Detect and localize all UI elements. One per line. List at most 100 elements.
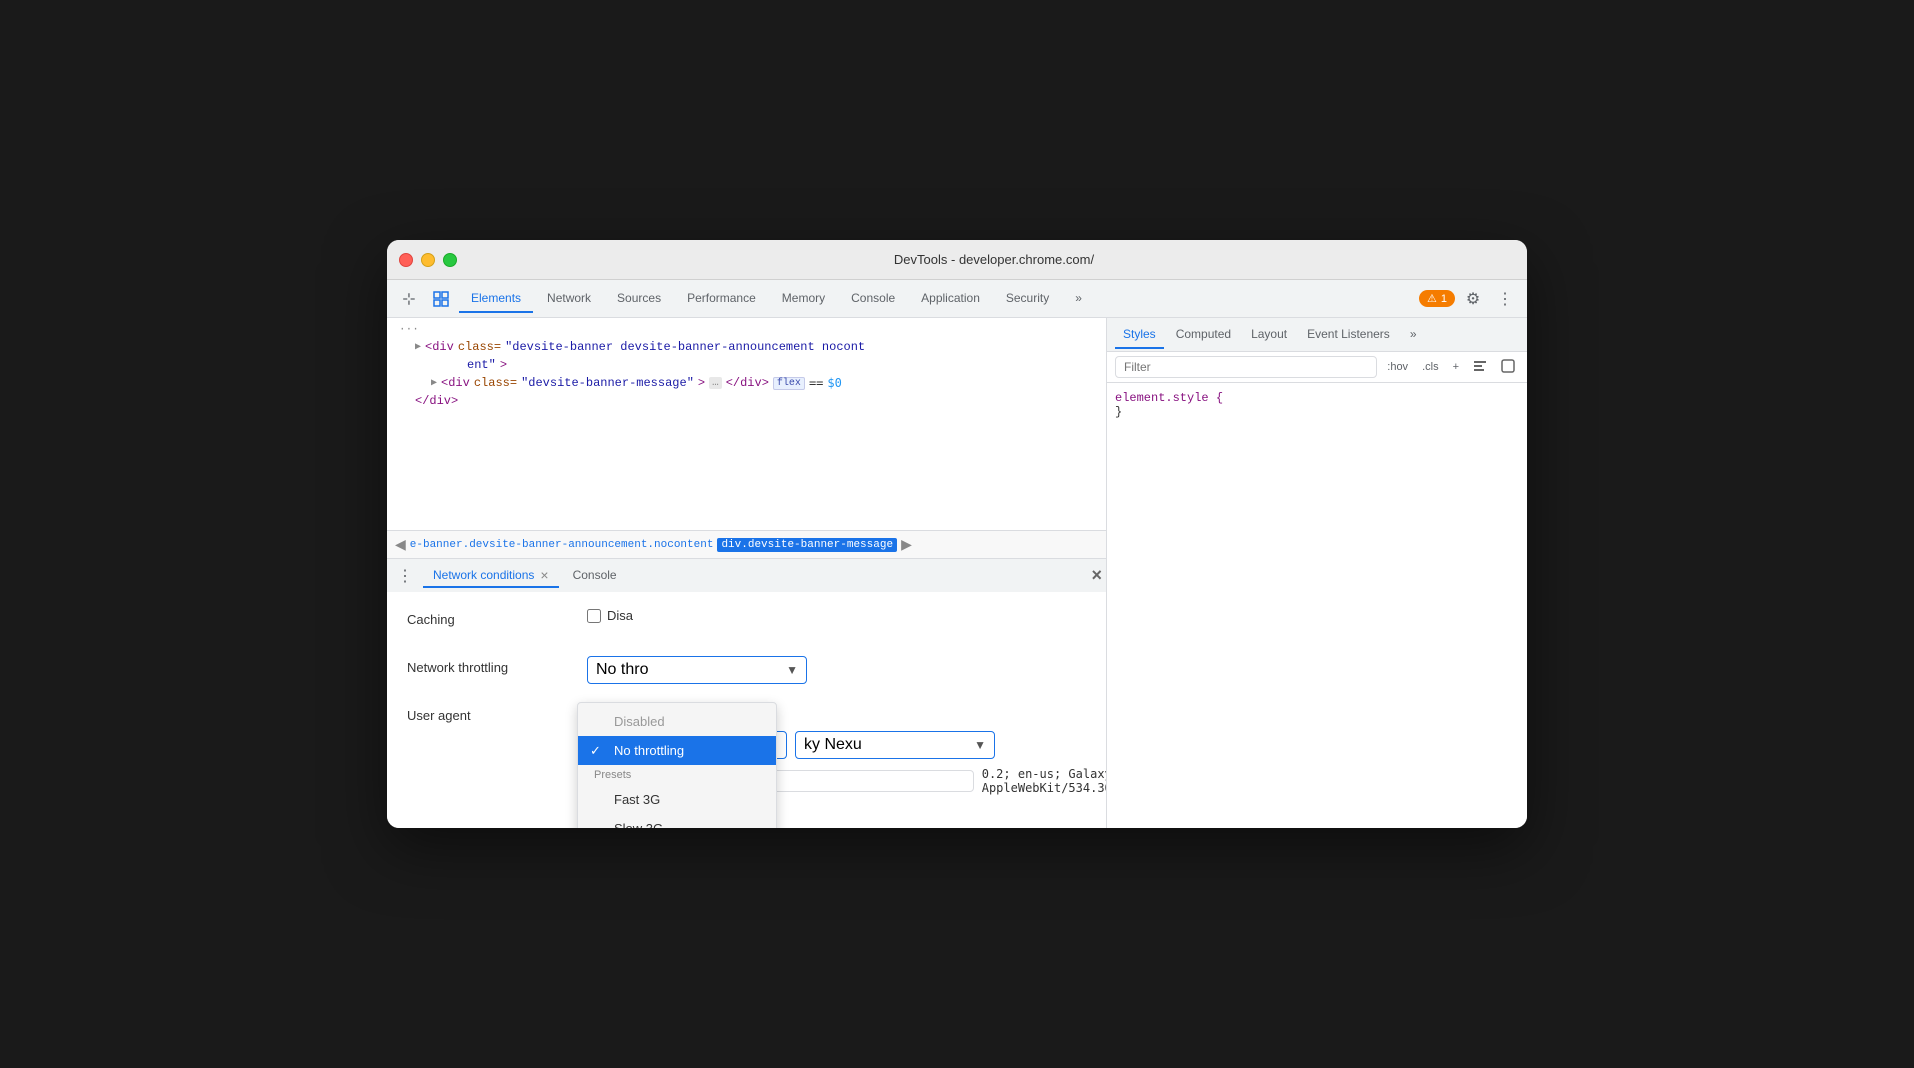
color-scheme-icon[interactable] [1497, 357, 1519, 378]
tab-memory[interactable]: Memory [770, 285, 837, 313]
device-value-2: ky Nexu [804, 736, 862, 754]
more-options-icon[interactable]: ⋮ [1491, 285, 1519, 313]
caching-checkbox[interactable] [587, 609, 601, 623]
tab-close-icon[interactable]: × [540, 568, 548, 582]
tab-styles-more[interactable]: » [1402, 321, 1425, 349]
tag-open: <div [425, 340, 454, 354]
dropdown-item-slow3g[interactable]: Slow 3G [578, 814, 776, 828]
close-button[interactable] [399, 253, 413, 267]
disabled-label: Disabled [614, 714, 665, 729]
expand-triangle[interactable]: ▶ [415, 341, 421, 353]
tab-application[interactable]: Application [909, 285, 992, 313]
no-throttling-label: No throttling [614, 743, 684, 758]
devtools-window: DevTools - developer.chrome.com/ ⊹ Eleme… [387, 240, 1527, 828]
window-title: DevTools - developer.chrome.com/ [473, 252, 1515, 267]
attr-class-value-2: "devsite-banner-message" [521, 376, 694, 390]
styles-content: element.style { } [1107, 383, 1527, 828]
throttling-row: Network throttling No thro ▼ [407, 656, 1086, 684]
user-agent-label: User agent [407, 704, 587, 723]
fast3g-label: Fast 3G [614, 792, 660, 807]
bottom-more-icon[interactable]: ⋮ [391, 562, 419, 590]
tag-div-end: </div> [415, 394, 458, 408]
tab-computed[interactable]: Computed [1168, 321, 1239, 349]
tab-network-conditions[interactable]: Network conditions × [423, 564, 559, 588]
tab-console[interactable]: Console [839, 285, 907, 313]
breadcrumb-item-2[interactable]: div.devsite-banner-message [717, 538, 897, 552]
dropdown-separator-presets: Presets [578, 765, 776, 785]
tag-div-close: </div> [726, 376, 769, 390]
dropdown-item-fast3g[interactable]: Fast 3G [578, 785, 776, 814]
css-rule-element: element.style { [1115, 391, 1519, 405]
equals-sign: == [809, 376, 823, 390]
throttling-dropdown[interactable]: Disabled ✓ No throttling Presets Fast 3G [577, 702, 777, 828]
elements-area: ··· ▶ <div class= "devsite-banner devsit… [387, 318, 1106, 530]
ellipsis-badge[interactable]: … [709, 377, 722, 389]
presets-label: Presets [594, 769, 631, 781]
settings-icon[interactable]: ⚙ [1459, 285, 1487, 313]
element-line-2[interactable]: ▶ <div class= "devsite-banner devsite-ba… [387, 338, 1106, 356]
devtools-body: ··· ▶ <div class= "devsite-banner devsit… [387, 318, 1527, 828]
add-style-icon[interactable]: + [1449, 359, 1463, 375]
throttling-arrow-icon: ▼ [786, 663, 798, 677]
cls-button[interactable]: .cls [1418, 359, 1443, 375]
caching-checkbox-text: Disa [607, 608, 633, 623]
tab-more[interactable]: » [1063, 285, 1094, 313]
caching-label: Caching [407, 608, 587, 627]
bottom-right-controls: × [1091, 565, 1102, 586]
tab-network[interactable]: Network [535, 285, 603, 313]
warning-icon: ⚠ [1427, 292, 1437, 305]
attr-class: class= [458, 340, 501, 354]
css-rule-close: } [1115, 405, 1519, 419]
styles-toolbar: :hov .cls + [1107, 352, 1527, 383]
ua-textarea-suffix: 0.2; en-us; Galaxy Nexus Build/ICL53F) A… [982, 767, 1106, 795]
throttling-label: Network throttling [407, 656, 587, 675]
element-line-3[interactable]: ▶ <div class= "devsite-banner-message" >… [387, 374, 1106, 392]
title-bar: DevTools - developer.chrome.com/ [387, 240, 1527, 280]
tab-event-listeners[interactable]: Event Listeners [1299, 321, 1398, 349]
dropdown-item-no-throttling[interactable]: ✓ No throttling [578, 736, 776, 765]
device-select-2[interactable]: ky Nexu ▼ [795, 731, 995, 759]
slow3g-label: Slow 3G [614, 821, 663, 828]
network-conditions-label: Network conditions [433, 568, 534, 582]
tab-elements[interactable]: Elements [459, 285, 533, 313]
tab-sources[interactable]: Sources [605, 285, 673, 313]
devtools-toolbar: ⊹ Elements Network Sources Performance M… [387, 280, 1527, 318]
close-panel-icon[interactable]: × [1091, 565, 1102, 586]
flex-badge: flex [773, 377, 805, 390]
toolbar-right: ⚠ 1 ⚙ ⋮ [1419, 285, 1519, 313]
warning-badge[interactable]: ⚠ 1 [1419, 290, 1455, 307]
tab-styles[interactable]: Styles [1115, 321, 1164, 349]
minimize-button[interactable] [421, 253, 435, 267]
cursor-icon[interactable]: ⊹ [395, 285, 423, 313]
network-conditions-content: Caching Disa Network throttling No thro [387, 592, 1106, 828]
tab-security[interactable]: Security [994, 285, 1061, 313]
breadcrumb-item-1[interactable]: e-banner.devsite-banner-announcement.noc… [410, 539, 714, 551]
tab-layout[interactable]: Layout [1243, 321, 1295, 349]
tag-div-open: <div [441, 376, 470, 390]
caching-control: Disa [587, 608, 633, 623]
tab-console-bottom[interactable]: Console [563, 564, 627, 588]
throttling-value: No thro [596, 661, 648, 679]
new-rule-icon[interactable] [1469, 357, 1491, 378]
tab-performance[interactable]: Performance [675, 285, 768, 313]
check-icon: ✓ [590, 743, 601, 759]
attr-class-value: "devsite-banner devsite-banner-announcem… [505, 340, 865, 354]
filter-input[interactable] [1115, 356, 1377, 378]
dropdown-item-disabled: Disabled [578, 707, 776, 736]
caching-checkbox-label[interactable]: Disa [587, 608, 633, 623]
right-panel: Styles Computed Layout Event Listeners »… [1107, 318, 1527, 828]
breadcrumb-forward[interactable]: ▶ [901, 536, 912, 553]
element-line-4: </div> [387, 392, 1106, 410]
dollar-sign: $0 [827, 376, 841, 390]
hov-button[interactable]: :hov [1383, 359, 1412, 375]
left-panel: ··· ▶ <div class= "devsite-banner devsit… [387, 318, 1107, 828]
attr-class-2: class= [474, 376, 517, 390]
inspect-icon[interactable] [427, 285, 455, 313]
throttling-select[interactable]: No thro ▼ [587, 656, 807, 684]
maximize-button[interactable] [443, 253, 457, 267]
element-line-1: ··· [387, 322, 1106, 338]
devtools-tabs: Elements Network Sources Performance Mem… [459, 285, 1415, 313]
expand-triangle-2[interactable]: ▶ [431, 377, 437, 389]
breadcrumb-back[interactable]: ◀ [395, 536, 406, 553]
element-line-2b: ent" > [387, 356, 1106, 374]
